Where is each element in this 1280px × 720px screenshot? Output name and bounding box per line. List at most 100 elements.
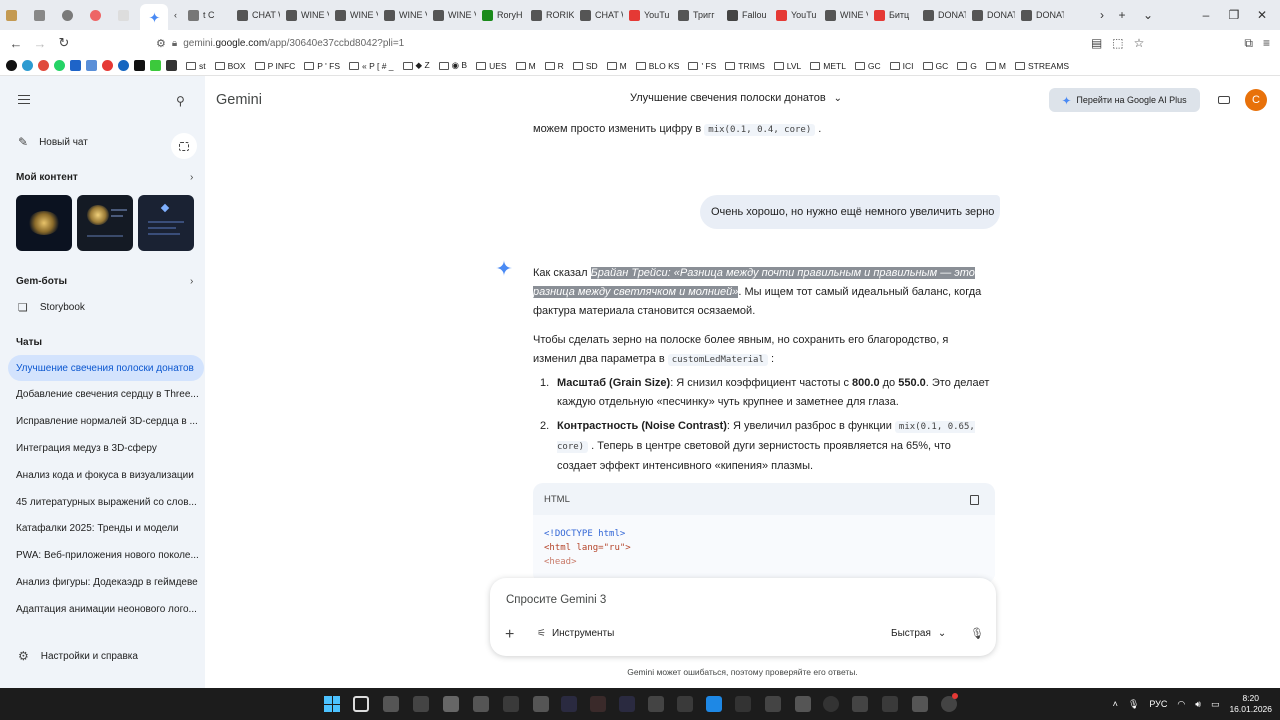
taskbar-app-icon[interactable]	[677, 696, 693, 712]
bookmark-folder[interactable]: BOX	[214, 60, 246, 71]
taskbar-app-icon[interactable]	[443, 696, 459, 712]
vscode-icon[interactable]	[706, 696, 722, 712]
browser-tab[interactable]: RORIK SM	[525, 0, 574, 30]
microphone-icon[interactable]: 🎙︎	[970, 627, 984, 640]
bookmark-folder[interactable]: BLO KS	[635, 60, 679, 71]
taskbar-app-icon[interactable]	[590, 696, 606, 712]
upgrade-button[interactable]: Перейти на Google AI Plus	[1049, 88, 1200, 112]
browser-tab[interactable]: CHAT WID	[231, 0, 280, 30]
browser-tab[interactable]: WINE VEL	[378, 0, 427, 30]
bookmark-icon[interactable]	[86, 60, 97, 71]
bookmark-folder[interactable]: SD	[572, 60, 598, 71]
bookmark-folder[interactable]: P ' FS	[304, 60, 340, 71]
premiere-icon[interactable]	[619, 696, 635, 712]
taskbar-app-icon[interactable]	[735, 696, 751, 712]
content-thumbnail-2[interactable]	[77, 195, 133, 251]
bookmark-icon[interactable]	[118, 60, 129, 71]
sidebar-search-icon[interactable]: ⚲	[176, 94, 185, 108]
whatsapp-icon[interactable]	[54, 60, 65, 71]
taskbar-app-icon[interactable]	[852, 696, 868, 712]
bookmark-folder[interactable]: ◉ B	[438, 60, 467, 71]
bookmark-icon[interactable]	[166, 60, 177, 71]
bookmark-folder[interactable]: M	[515, 60, 536, 71]
close-window-button[interactable]: ✕	[1248, 0, 1276, 30]
bookmark-folder[interactable]: « P [ # _	[349, 60, 394, 71]
browser-tab[interactable]: Битц	[868, 0, 917, 30]
taskbar-app-icon[interactable]	[503, 696, 519, 712]
browser-tab[interactable]: Тригг	[672, 0, 721, 30]
gem-bots-header[interactable]: Gem-боты ›	[0, 274, 205, 288]
browser-tab[interactable]: DONATE V	[1015, 0, 1064, 30]
github-icon[interactable]	[6, 60, 17, 71]
bookmark-folder[interactable]: STREAMS	[1015, 60, 1069, 71]
windows-start-icon[interactable]	[324, 696, 340, 712]
temporary-chat-icon[interactable]	[171, 133, 197, 159]
browser-tab[interactable]: DONATE V	[917, 0, 966, 30]
pinned-tab-3[interactable]	[56, 0, 84, 30]
bookmark-folder[interactable]: METL	[810, 60, 846, 71]
taskbar-app-icon[interactable]	[882, 696, 898, 712]
bookmark-folder[interactable]: G	[957, 60, 977, 71]
forward-button[interactable]: →	[28, 31, 52, 55]
sidebar-chat-item[interactable]: PWA: Веб-приложения нового поколе...	[8, 543, 204, 569]
bookmark-folder[interactable]: ◆ Z	[402, 60, 430, 71]
taskbar-app-icon[interactable]	[533, 696, 549, 712]
browser-tab[interactable]: YouTu	[623, 0, 672, 30]
browser-tab[interactable]: WINE VEL	[329, 0, 378, 30]
clock[interactable]: 8:20 16.01.2026	[1229, 693, 1272, 715]
taskbar-app-icon[interactable]	[473, 696, 489, 712]
print-icon[interactable]	[1218, 92, 1232, 106]
taskbar-app-icon[interactable]	[383, 696, 399, 712]
menu-icon[interactable]: ≡	[1263, 36, 1270, 50]
back-button[interactable]: ←	[4, 31, 28, 55]
taskbar-app-icon[interactable]	[648, 696, 664, 712]
settings-help-button[interactable]: ⚙ Настройки и справка	[0, 649, 205, 663]
browser-tab[interactable]: Fallou	[721, 0, 770, 30]
browser-tab[interactable]: DONATE V	[966, 0, 1015, 30]
kick-icon[interactable]	[134, 60, 145, 71]
microphone-icon[interactable]	[912, 696, 928, 712]
browser-tab[interactable]: t C	[182, 0, 231, 30]
sidebar-chat-item[interactable]: Анализ фигуры: Додекаэдр в геймдеве	[8, 569, 204, 595]
chat-title-dropdown[interactable]: Улучшение свечения полоски донатов ⌄	[630, 92, 842, 104]
bookmark-folder[interactable]: R	[544, 60, 564, 71]
browser-tab[interactable]: WINE VEL	[819, 0, 868, 30]
bookmark-folder[interactable]: st	[186, 60, 206, 71]
language-indicator[interactable]: РУС	[1149, 699, 1167, 709]
minimize-button[interactable]: –	[1192, 0, 1220, 30]
avatar[interactable]: C	[1245, 89, 1267, 111]
prompt-input-placeholder[interactable]: Спросите Gemini 3	[506, 594, 606, 606]
active-tab-gemini[interactable]	[140, 4, 168, 30]
taskbar-app-icon[interactable]	[765, 696, 781, 712]
sidebar-chat-item[interactable]: Интеграция медуз в 3D-сферу	[8, 435, 204, 461]
add-file-button[interactable]: +	[505, 626, 514, 644]
bookmark-folder[interactable]: GC	[854, 60, 881, 71]
bookmark-folder[interactable]: ICI	[889, 60, 914, 71]
hamburger-menu-icon[interactable]	[18, 95, 30, 104]
kick-icon[interactable]	[150, 60, 161, 71]
sidebar-chat-item[interactable]: 45 литературных выражений со слов...	[8, 489, 204, 515]
browser-tab[interactable]: CHAT WID	[574, 0, 623, 30]
browser-tab[interactable]: YouTu	[770, 0, 819, 30]
reload-button[interactable]: ↻	[52, 31, 76, 55]
pinned-tab-5[interactable]	[112, 0, 140, 30]
chevron-up-icon[interactable]: ˄	[1113, 699, 1118, 709]
url-field[interactable]: ⚙ 🔒︎ gemini.google.com/app/30640e37ccbd8…	[156, 33, 1146, 53]
bookmark-folder[interactable]: M	[985, 60, 1006, 71]
photoshop-icon[interactable]	[561, 696, 577, 712]
sidebar-chat-item[interactable]: Адаптация анимации неонового лого...	[8, 596, 204, 622]
bookmark-star-icon[interactable]: ☆	[1134, 36, 1145, 50]
taskbar-app-icon[interactable]	[413, 696, 429, 712]
new-tab-button[interactable]: +	[1108, 0, 1136, 30]
wifi-icon[interactable]: ◠	[1177, 699, 1185, 710]
sidebar-chat-item[interactable]: Исправление нормалей 3D-сердца в ...	[8, 409, 204, 435]
tab-list-button[interactable]: ⌄	[1134, 0, 1162, 30]
bookmark-icon[interactable]	[38, 60, 49, 71]
pinned-tab-4[interactable]	[84, 0, 112, 30]
bookmark-folder[interactable]: ' FS	[688, 60, 716, 71]
pinned-tab-1[interactable]	[0, 0, 28, 30]
bookmark-folder[interactable]: M	[606, 60, 627, 71]
microphone-icon[interactable]: 🎙︎	[1128, 699, 1139, 710]
browser-tab[interactable]: WINE VEL	[427, 0, 476, 30]
maximize-button[interactable]: ❐	[1220, 0, 1248, 30]
